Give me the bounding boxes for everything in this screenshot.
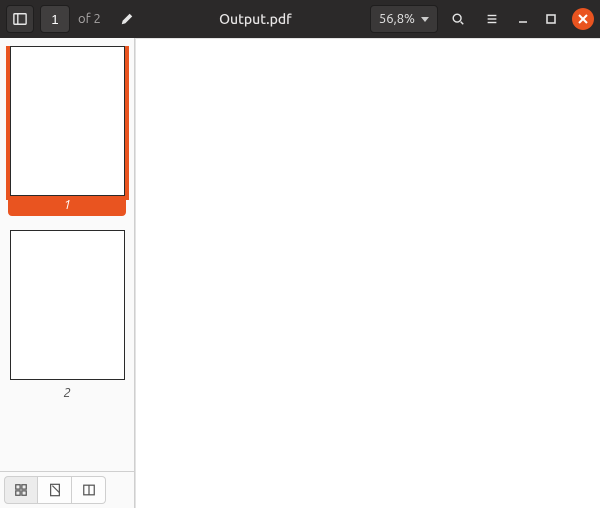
thumbnail-label: 2 [8, 386, 126, 400]
note-icon [48, 483, 62, 497]
zoom-dropdown[interactable]: 56,8% [370, 5, 438, 33]
pencil-icon [120, 12, 134, 26]
thumbnail-page-2[interactable]: 2 [8, 230, 126, 400]
zoom-value: 56,8% [379, 12, 415, 26]
toggle-sidebar-button[interactable] [6, 5, 34, 33]
thumbnail-page-1[interactable]: 1 [8, 46, 126, 216]
search-icon [451, 12, 465, 26]
annotate-button[interactable] [113, 5, 141, 33]
sidebar-tab-thumbnails[interactable] [4, 476, 38, 504]
body: 1 2 [0, 38, 600, 508]
maximize-icon [545, 13, 557, 25]
sidebar-tab-outline[interactable] [72, 476, 106, 504]
search-button[interactable] [444, 5, 472, 33]
thumbnail-preview [10, 46, 125, 196]
window-close-button[interactable] [572, 8, 594, 30]
hamburger-icon [485, 12, 499, 26]
thumbnail-preview [10, 230, 125, 380]
document-title: Output.pdf [147, 11, 364, 27]
page-count-label: of 2 [78, 12, 101, 26]
window-minimize-button[interactable] [512, 8, 534, 30]
header-bar: of 2 Output.pdf 56,8% [0, 0, 600, 38]
book-icon [82, 483, 96, 497]
document-view[interactable] [135, 38, 600, 508]
chevron-down-icon [421, 17, 429, 22]
menu-button[interactable] [478, 5, 506, 33]
sidebar-tab-annotations[interactable] [38, 476, 72, 504]
minimize-icon [517, 13, 529, 25]
thumbnail-label: 1 [8, 196, 126, 216]
close-icon [578, 14, 588, 24]
grid-icon [14, 483, 28, 497]
thumbnail-list: 1 2 [0, 46, 134, 471]
sidebar-icon [13, 12, 27, 26]
sidebar-view-tabs [0, 471, 134, 508]
page-number-input[interactable] [40, 5, 70, 33]
sidebar: 1 2 [0, 38, 135, 508]
window-maximize-button[interactable] [540, 8, 562, 30]
